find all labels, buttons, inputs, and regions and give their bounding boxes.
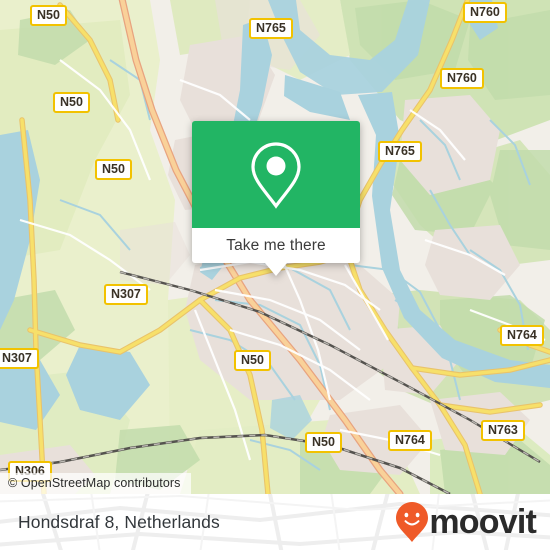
footer-bar: Hondsdraf 8, Netherlands moovit [0,494,550,550]
road-shield: N763 [481,420,525,441]
moovit-wordmark: moovit [429,503,536,541]
location-popup-card[interactable]: Take me there [192,121,360,276]
moovit-map-screenshot: N50 N765 N760 N760 N50 N50 N765 N307 N307 N764 N50… [0,0,550,550]
road-shield: N765 [378,141,422,162]
location-pin-icon [251,141,301,209]
road-shield: N307 [0,348,39,369]
road-shield: N764 [388,430,432,451]
moovit-logo[interactable]: moovit [395,501,537,543]
road-shield: N50 [95,159,132,180]
popup-action-bar[interactable]: Take me there [192,228,360,276]
road-shield: N50 [305,432,342,453]
moovit-smiley-pin-icon [396,502,429,542]
road-shield: N760 [440,68,484,89]
take-me-there-label: Take me there [226,236,326,254]
road-shield: N764 [500,325,544,346]
road-shield: N760 [463,2,507,23]
road-shield: N765 [249,18,293,39]
popup-tail-pointer [265,263,287,276]
road-shield: N50 [234,350,271,371]
road-shield: N307 [104,284,148,305]
road-shield: N50 [53,92,90,113]
road-shield: N50 [30,5,67,26]
osm-attribution: © OpenStreetMap contributors [0,473,191,494]
address-label: Hondsdraf 8, Netherlands [18,511,220,532]
popup-header [192,121,360,228]
